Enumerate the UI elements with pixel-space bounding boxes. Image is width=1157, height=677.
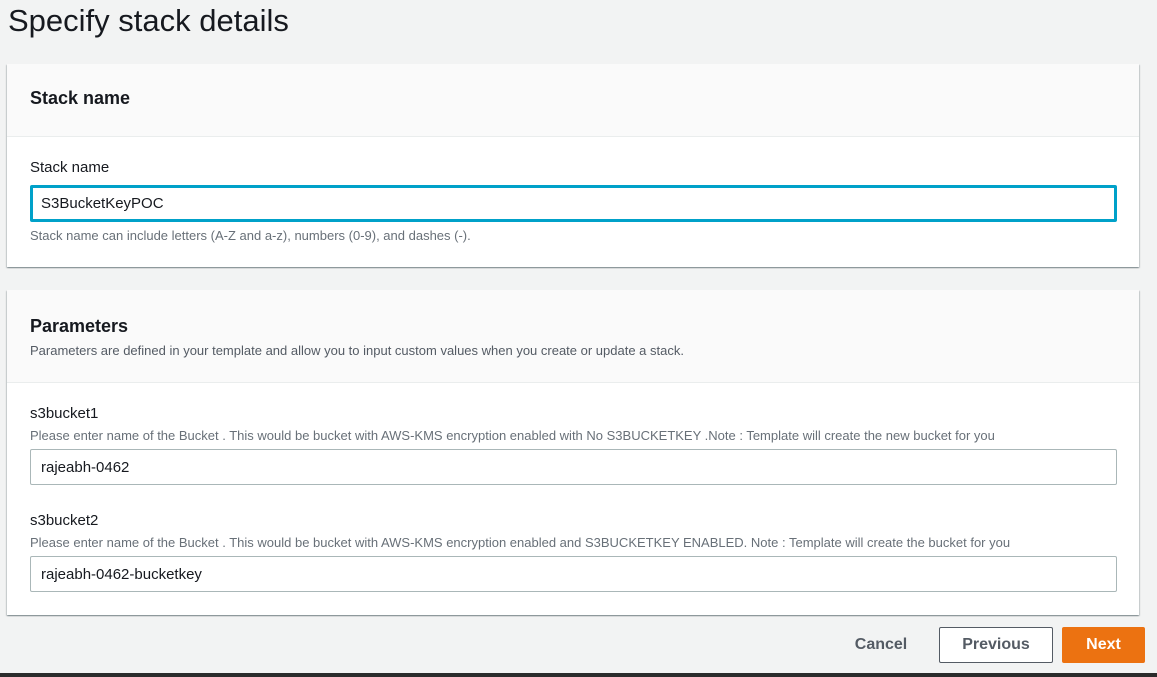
parameters-panel-title: Parameters (30, 316, 129, 336)
parameters-panel: Parameters Parameters are defined in you… (7, 290, 1139, 615)
window-bottom-border (0, 673, 1157, 677)
parameter-label: s3bucket2 (30, 512, 99, 529)
previous-button[interactable]: Previous (939, 627, 1053, 663)
stack-name-panel: Stack name Stack name Stack name can inc… (7, 64, 1139, 267)
parameter-label: s3bucket1 (30, 405, 99, 422)
stack-name-hint: Stack name can include letters (A-Z and … (30, 228, 471, 243)
stack-name-input[interactable] (30, 185, 1117, 222)
parameters-panel-description: Parameters are defined in your template … (30, 343, 684, 358)
stack-name-panel-title: Stack name (30, 88, 131, 108)
stack-name-panel-header: Stack name (7, 64, 1139, 137)
parameter-s3bucket2: s3bucket2 Please enter name of the Bucke… (30, 512, 1117, 592)
parameter-description: Please enter name of the Bucket . This w… (30, 535, 1011, 550)
parameters-panel-header: Parameters Parameters are defined in you… (7, 290, 1139, 383)
s3bucket2-input[interactable] (30, 556, 1117, 592)
s3bucket1-input[interactable] (30, 449, 1117, 485)
page-title: Specify stack details (8, 3, 289, 38)
page: Specify stack details Stack name Stack n… (0, 0, 1157, 677)
parameter-s3bucket1: s3bucket1 Please enter name of the Bucke… (30, 405, 1117, 485)
stack-name-label: Stack name (30, 159, 110, 176)
cancel-button[interactable]: Cancel (840, 627, 922, 663)
next-button[interactable]: Next (1062, 627, 1145, 663)
parameter-description: Please enter name of the Bucket . This w… (30, 428, 995, 443)
